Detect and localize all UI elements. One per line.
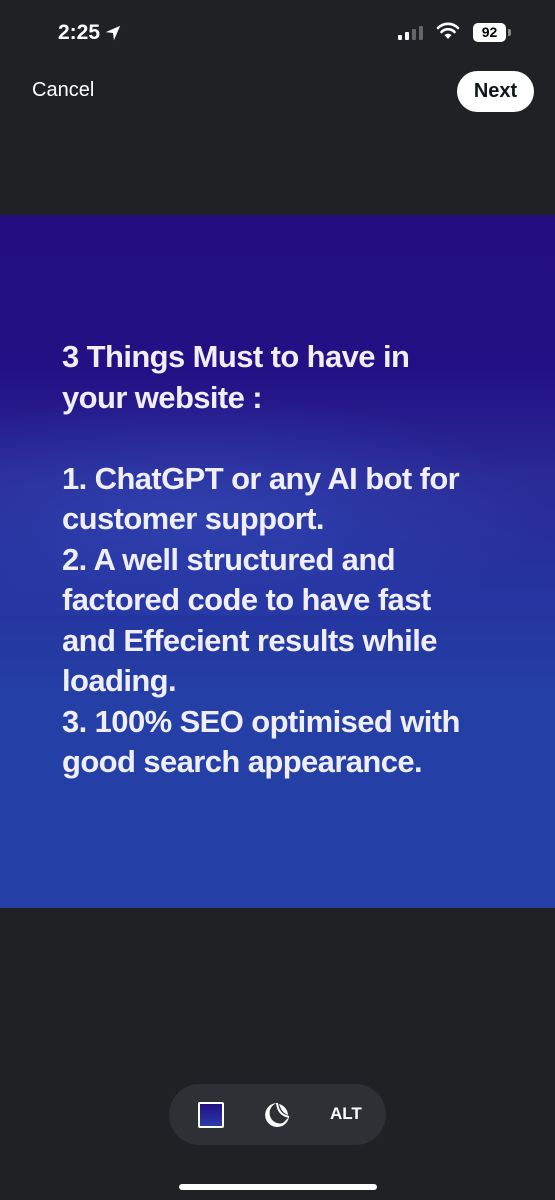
- media-text: 3 Things Must to have in your website : …: [62, 337, 532, 783]
- text-line: 3 Things Must to have in: [62, 339, 410, 374]
- home-indicator[interactable]: [179, 1184, 377, 1190]
- next-button[interactable]: Next: [457, 71, 534, 112]
- battery-tip: [508, 29, 511, 36]
- status-time: 2:25: [58, 21, 101, 44]
- text-line: customer support.: [62, 501, 325, 536]
- text-line: your website :: [62, 379, 263, 415]
- battery-indicator: 92: [473, 23, 506, 42]
- text-line: good search appearance.: [62, 744, 423, 779]
- text-line: and Effecient results while: [62, 622, 437, 658]
- text-line: factored code to have fast: [62, 582, 431, 617]
- text-line: 2. A well structured and: [62, 541, 396, 577]
- cellular-signal-icon: [398, 26, 423, 40]
- text-line: [62, 418, 532, 459]
- location-arrow-icon: [105, 25, 121, 41]
- cancel-button[interactable]: Cancel: [32, 79, 94, 102]
- status-time-group: 2:25: [58, 21, 122, 45]
- media-toolbar: ALT: [169, 1084, 386, 1145]
- status-bar: 2:25 92: [0, 0, 555, 64]
- sticker-icon[interactable]: [263, 1101, 291, 1129]
- image-thumbnail-icon[interactable]: [198, 1102, 224, 1128]
- text-line: 1. ChatGPT or any AI bot for: [62, 460, 460, 496]
- wifi-icon: [436, 22, 460, 39]
- alt-text-button[interactable]: ALT: [330, 1104, 362, 1124]
- text-line: loading.: [62, 663, 177, 698]
- media-preview[interactable]: 3 Things Must to have in your website : …: [0, 215, 555, 908]
- text-line: 3. 100% SEO optimised with: [62, 703, 460, 739]
